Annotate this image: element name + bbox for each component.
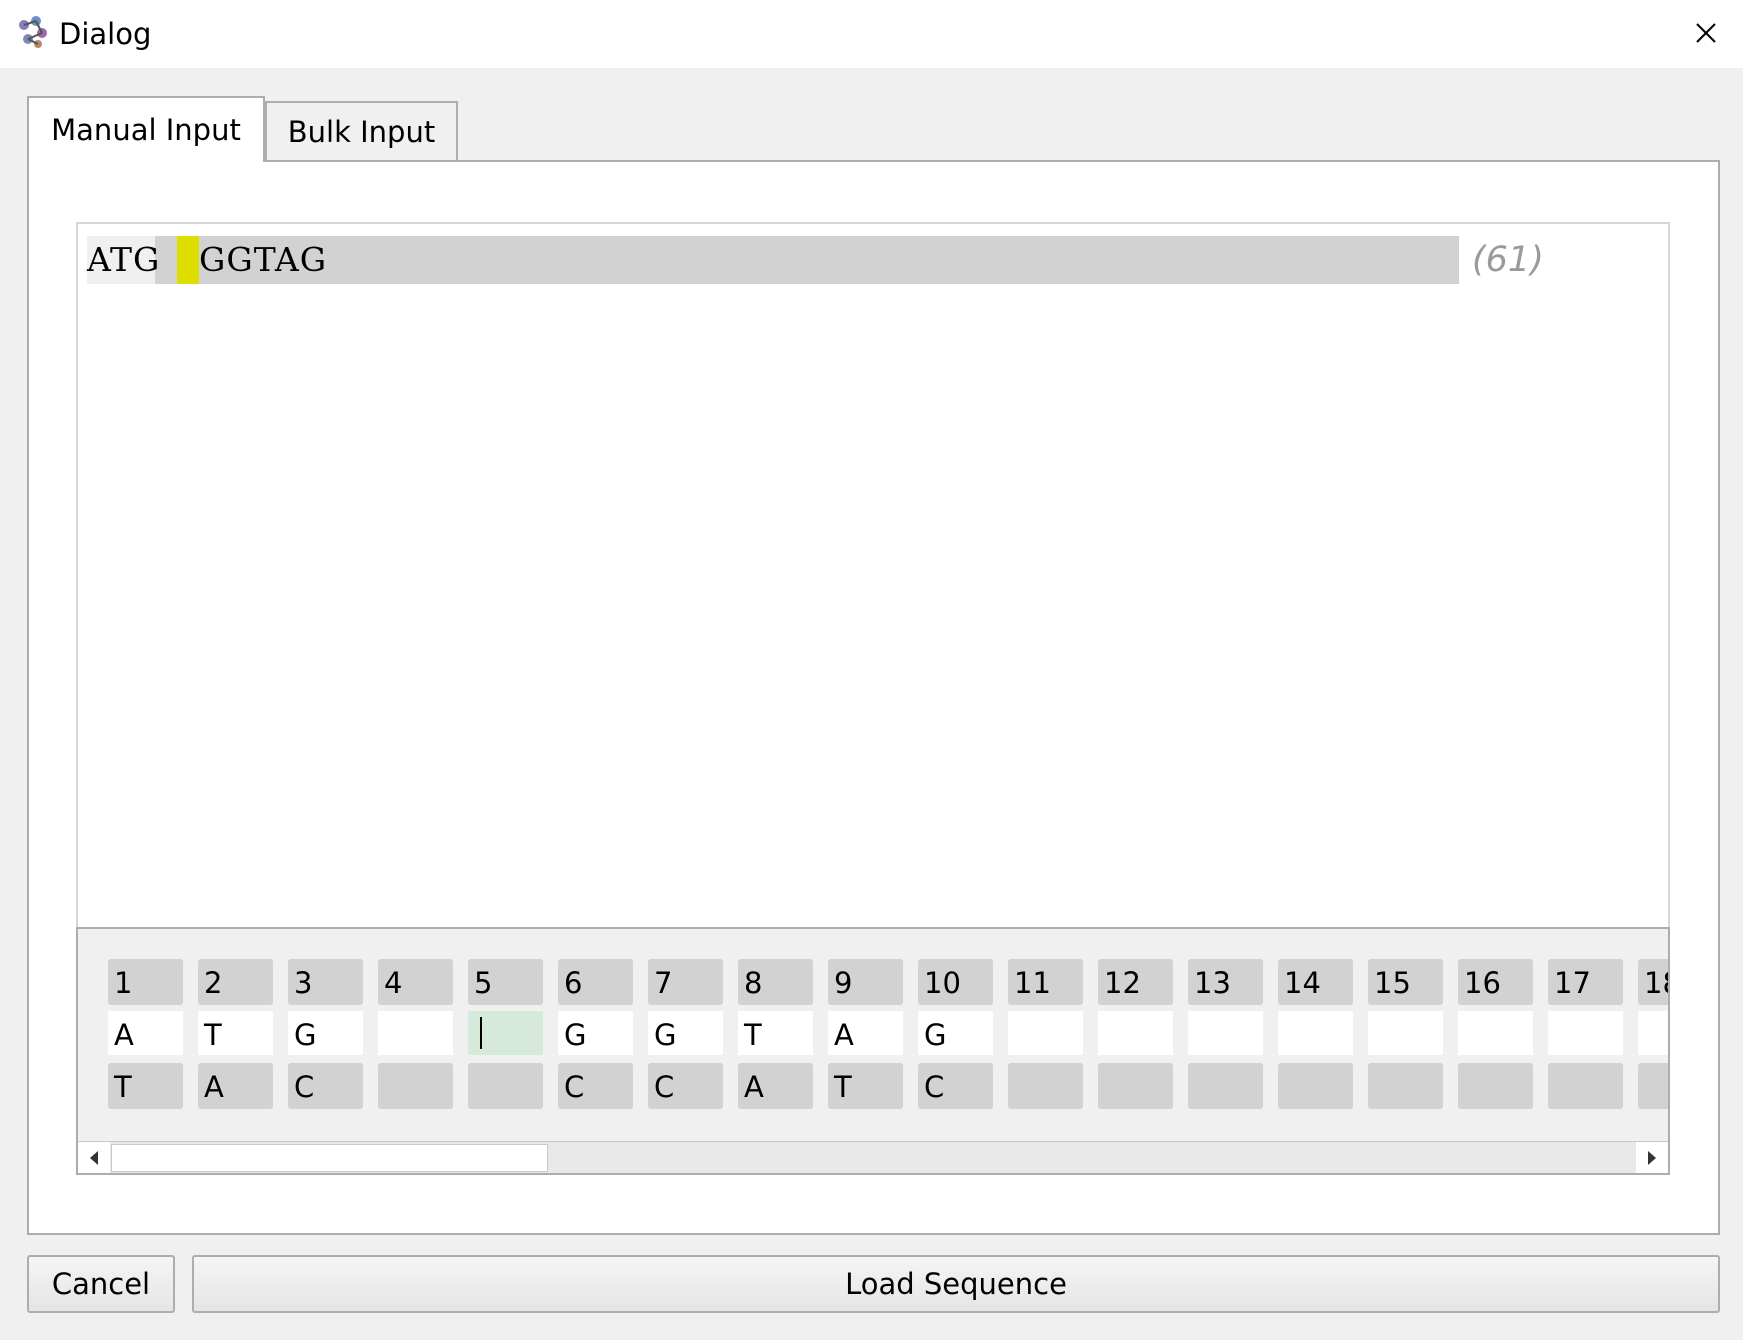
complement-base: C [558, 1063, 633, 1109]
position-number: 9 [828, 959, 903, 1005]
scroll-right-button[interactable] [1636, 1142, 1668, 1173]
complement-base: C [288, 1063, 363, 1109]
base-input[interactable] [1368, 1011, 1443, 1055]
sequence-length-label: (61) [1472, 240, 1544, 280]
position-number: 2 [198, 959, 273, 1005]
complement-base [1188, 1063, 1263, 1109]
title-bar: Dialog [0, 0, 1743, 68]
position-number: 17 [1548, 959, 1623, 1005]
base-input[interactable]: T [738, 1011, 813, 1055]
scroll-left-button[interactable] [78, 1142, 110, 1173]
complement-base: A [198, 1063, 273, 1109]
base-input[interactable] [1278, 1011, 1353, 1055]
horizontal-scrollbar[interactable] [78, 1141, 1668, 1173]
complement-base [468, 1063, 543, 1109]
position-number: 11 [1008, 959, 1083, 1005]
complement-base [1008, 1063, 1083, 1109]
base-input[interactable]: A [828, 1011, 903, 1055]
position-number: 5 [468, 959, 543, 1005]
complement-base [1368, 1063, 1443, 1109]
position-number: 16 [1458, 959, 1533, 1005]
scrollbar-thumb[interactable] [111, 1144, 548, 1172]
sequence-text-left: ATG [87, 240, 161, 279]
complement-base: T [108, 1063, 183, 1109]
base-input[interactable] [1548, 1011, 1623, 1055]
complement-base [378, 1063, 453, 1109]
position-number: 14 [1278, 959, 1353, 1005]
base-input[interactable] [468, 1011, 543, 1055]
base-input[interactable]: A [108, 1011, 183, 1055]
triangle-right-icon [1648, 1151, 1656, 1165]
tab-bulk-input[interactable]: Bulk Input [265, 101, 458, 161]
position-number: 15 [1368, 959, 1443, 1005]
sequence-text-right: GGTAG [199, 240, 328, 279]
position-number: 6 [558, 959, 633, 1005]
complement-base [1548, 1063, 1623, 1109]
base-input[interactable]: G [648, 1011, 723, 1055]
position-number: 8 [738, 959, 813, 1005]
molecule-icon [19, 16, 47, 48]
complement-base: C [648, 1063, 723, 1109]
base-input[interactable] [378, 1011, 453, 1055]
complement-base [1458, 1063, 1533, 1109]
base-input[interactable]: G [288, 1011, 363, 1055]
close-icon [1696, 23, 1716, 43]
base-input[interactable]: G [918, 1011, 993, 1055]
base-input[interactable]: G [558, 1011, 633, 1055]
base-input[interactable]: T [198, 1011, 273, 1055]
window-title: Dialog [59, 17, 152, 51]
complement-base: C [918, 1063, 993, 1109]
base-input[interactable] [1638, 1011, 1668, 1055]
base-input[interactable] [1008, 1011, 1083, 1055]
cancel-button[interactable]: Cancel [27, 1255, 175, 1313]
position-number: 7 [648, 959, 723, 1005]
position-number: 4 [378, 959, 453, 1005]
complement-base: T [828, 1063, 903, 1109]
complement-base [1278, 1063, 1353, 1109]
position-number: 1 [108, 959, 183, 1005]
base-input[interactable] [1098, 1011, 1173, 1055]
load-sequence-button[interactable]: Load Sequence [192, 1255, 1720, 1313]
close-button[interactable] [1680, 10, 1732, 56]
text-caret [480, 1017, 482, 1049]
base-input[interactable] [1458, 1011, 1533, 1055]
sequence-bar [155, 236, 1459, 284]
position-number: 10 [918, 959, 993, 1005]
position-number: 12 [1098, 959, 1173, 1005]
sequence-line: ATG GGTAG [87, 236, 1459, 284]
base-input[interactable] [1188, 1011, 1263, 1055]
complement-base [1098, 1063, 1173, 1109]
sequence-view[interactable]: ATG GGTAG (61) [76, 222, 1670, 929]
base-grid-panel: 1 A T 2 T A 3 G C 4 5 6 G C 7 G C 8 T A 9 A T 10 G C 11 12 13 14 15 16 1… [76, 927, 1670, 1175]
position-number: 18 [1638, 959, 1668, 1005]
complement-base: A [738, 1063, 813, 1109]
cursor-highlight [177, 236, 199, 284]
position-number: 3 [288, 959, 363, 1005]
tab-manual-input[interactable]: Manual Input [27, 96, 265, 162]
triangle-left-icon [90, 1151, 98, 1165]
position-number: 13 [1188, 959, 1263, 1005]
complement-base [1638, 1063, 1668, 1109]
